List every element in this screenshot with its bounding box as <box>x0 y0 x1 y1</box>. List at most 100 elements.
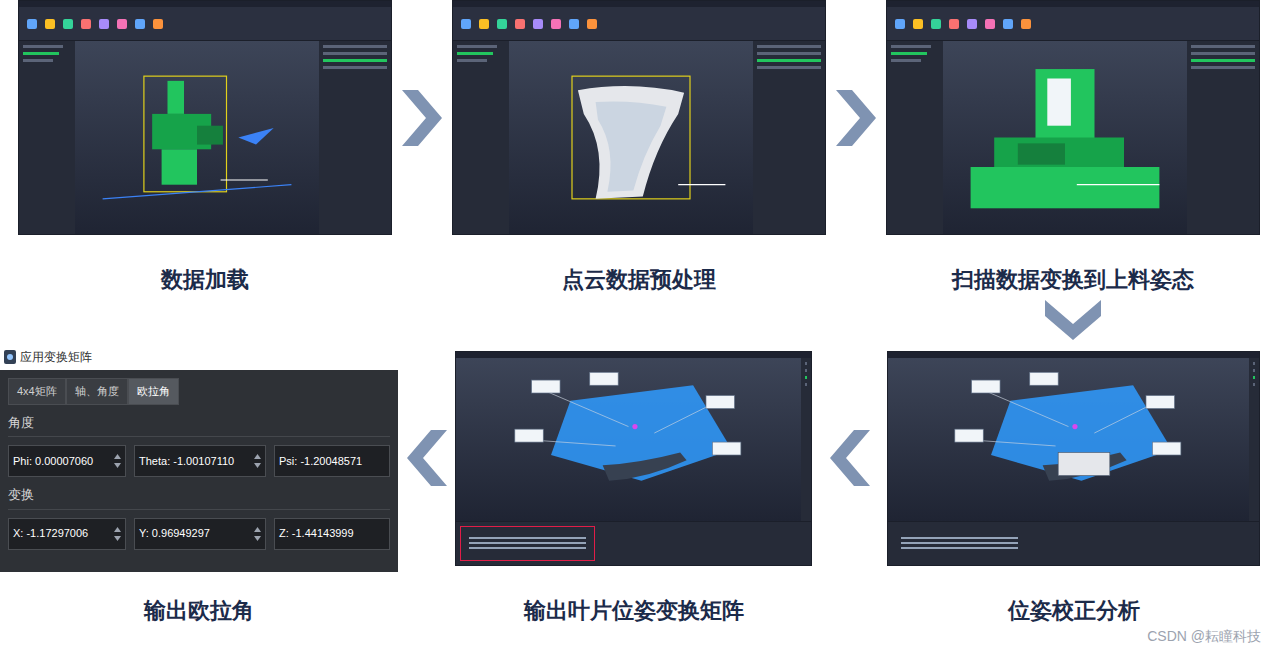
step-caption: 输出叶片位姿变换矩阵 <box>455 594 812 627</box>
step-caption: 数据加载 <box>18 263 392 296</box>
tool-icon[interactable] <box>949 19 959 29</box>
step-caption: 位姿校正分析 <box>887 594 1260 627</box>
side-toolbar <box>319 41 391 234</box>
field-section: 变换 X: -1.17297006Y: 0.96949297Z: -1.44143… <box>8 485 390 550</box>
ribbon-toolbar <box>19 7 391 41</box>
section-label: 角度 <box>8 413 390 438</box>
spin-arrows-icon[interactable] <box>114 526 121 542</box>
number-field[interactable]: Theta: -1.00107110 <box>134 445 266 477</box>
tool-icon[interactable] <box>27 19 37 29</box>
field-row: Phi: 0.00007060Theta: -1.00107110Psi: -1… <box>8 445 390 477</box>
step-caption: 点云数据预处理 <box>452 263 826 296</box>
tool-icon[interactable] <box>967 19 977 29</box>
side-toolbar <box>753 41 825 234</box>
tool-icon[interactable] <box>135 19 145 29</box>
side-toolbar <box>1187 41 1259 234</box>
matrix-output <box>892 526 1027 561</box>
tool-icon[interactable] <box>45 19 55 29</box>
dialog-title: 应用变换矩阵 <box>20 348 92 366</box>
number-field[interactable]: X: -1.17297006 <box>8 518 126 550</box>
blade-pointcloud-icon <box>513 45 749 230</box>
machine-model-icon <box>79 45 315 230</box>
tool-icon[interactable] <box>497 19 507 29</box>
spin-arrows-icon[interactable] <box>254 526 261 542</box>
viewport[interactable] <box>943 41 1187 234</box>
tool-icon[interactable] <box>515 19 525 29</box>
tool-icon[interactable] <box>1021 19 1031 29</box>
left-arrow-icon <box>830 430 870 486</box>
pose-analysis-icon <box>892 362 1245 517</box>
step-caption: 扫描数据变换到上料姿态 <box>886 263 1260 296</box>
tool-icon[interactable] <box>1003 19 1013 29</box>
number-field[interactable]: Z: -1.44143999 <box>274 518 390 550</box>
tab[interactable]: 欧拉角 <box>128 378 179 405</box>
tool-icon[interactable] <box>913 19 923 29</box>
app-screenshot <box>18 0 392 235</box>
top-row <box>0 0 1267 235</box>
output-panel <box>456 521 811 565</box>
app-screenshot <box>887 351 1260 566</box>
workspace <box>888 358 1259 521</box>
tool-icon[interactable] <box>153 19 163 29</box>
number-field[interactable]: Y: 0.96949297 <box>134 518 266 550</box>
workspace <box>456 358 811 521</box>
tool-icon[interactable] <box>569 19 579 29</box>
process-diagram: 数据加载 点云数据预处理 扫描数据变换到上料姿态应用变换矩阵 4x4矩阵轴、角度欧拉角… <box>0 0 1267 653</box>
tool-icon[interactable] <box>117 19 127 29</box>
tool-icon[interactable] <box>461 19 471 29</box>
tool-icon[interactable] <box>931 19 941 29</box>
tool-icon[interactable] <box>895 19 905 29</box>
down-arrow-icon <box>1045 300 1101 340</box>
output-panel <box>888 521 1259 565</box>
ribbon-toolbar <box>453 7 825 41</box>
viewport[interactable] <box>456 358 801 521</box>
app-screenshot <box>452 0 826 235</box>
tree-panel <box>887 41 943 234</box>
down-arrow-row <box>0 296 1267 344</box>
tab[interactable]: 4x4矩阵 <box>8 378 66 405</box>
side-toolbar <box>1249 358 1259 521</box>
spin-arrows-icon[interactable] <box>114 453 121 469</box>
app-icon <box>4 350 16 364</box>
viewport[interactable] <box>888 358 1249 521</box>
tree-panel <box>19 41 75 234</box>
fixture-model-icon <box>947 45 1183 230</box>
ribbon-toolbar <box>887 7 1259 41</box>
dialog-body: 4x4矩阵轴、角度欧拉角角度 Phi: 0.00007060Theta: -1.0… <box>0 370 398 572</box>
app-screenshot <box>886 0 1260 235</box>
tree-panel <box>453 41 509 234</box>
section-label: 变换 <box>8 485 390 510</box>
tool-icon[interactable] <box>587 19 597 29</box>
right-arrow-icon <box>402 90 442 146</box>
tool-icon[interactable] <box>99 19 109 29</box>
workspace <box>19 41 391 234</box>
watermark: CSDN @耘瞳科技 <box>1147 626 1261 647</box>
spin-arrows-icon[interactable] <box>254 453 261 469</box>
number-field[interactable]: Psi: -1.20048571 <box>274 445 390 477</box>
field-section: 角度 Phi: 0.00007060Theta: -1.00107110Psi: … <box>8 413 390 478</box>
viewport[interactable] <box>509 41 753 234</box>
tool-icon[interactable] <box>551 19 561 29</box>
tool-icon[interactable] <box>533 19 543 29</box>
field-row: X: -1.17297006Y: 0.96949297Z: -1.4414399… <box>8 518 390 550</box>
tool-icon[interactable] <box>479 19 489 29</box>
bottom-captions: 输出欧拉角 输出叶片位姿变换矩阵 位姿校正分析 <box>0 594 1267 627</box>
workspace <box>453 41 825 234</box>
pose-analysis-icon <box>460 362 797 517</box>
euler-dialog: 应用变换矩阵 4x4矩阵轴、角度欧拉角角度 Phi: 0.00007060Theta… <box>0 344 398 572</box>
tool-icon[interactable] <box>985 19 995 29</box>
tool-icon[interactable] <box>63 19 73 29</box>
top-captions: 数据加载 点云数据预处理 扫描数据变换到上料姿态 <box>0 263 1267 296</box>
dialog-title-bar: 应用变换矩阵 <box>0 344 398 370</box>
bottom-row: 应用变换矩阵 4x4矩阵轴、角度欧拉角角度 Phi: 0.00007060Theta… <box>0 344 1267 572</box>
side-toolbar <box>801 358 811 521</box>
left-arrow-icon <box>407 430 447 486</box>
workspace <box>887 41 1259 234</box>
viewport[interactable] <box>75 41 319 234</box>
tool-icon[interactable] <box>81 19 91 29</box>
number-field[interactable]: Phi: 0.00007060 <box>8 445 126 477</box>
matrix-output <box>460 526 595 561</box>
app-screenshot <box>455 351 812 566</box>
tab[interactable]: 轴、角度 <box>66 378 128 405</box>
step-caption: 输出欧拉角 <box>0 594 398 627</box>
